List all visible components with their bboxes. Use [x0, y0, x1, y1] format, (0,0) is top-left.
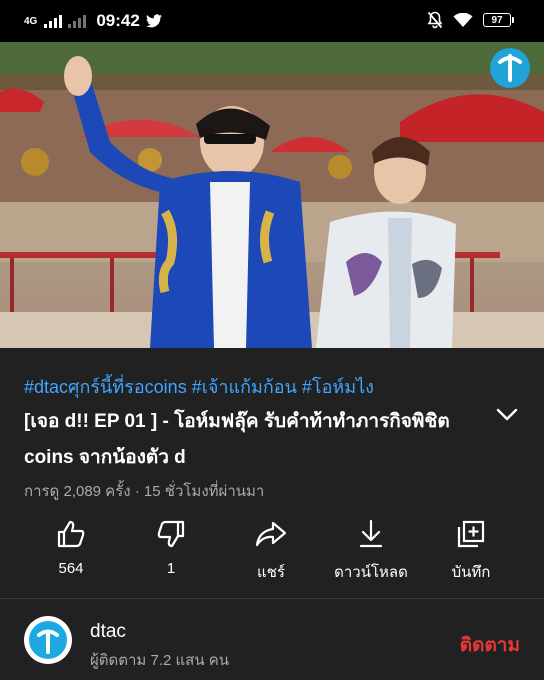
share-button[interactable]: แชร์ — [221, 514, 321, 584]
video-view-count: การดู 2,089 ครั้ง · 15 ชั่วโมงที่ผ่านมา — [24, 483, 265, 500]
network-type: 4G — [24, 15, 38, 27]
like-button[interactable]: 564 — [21, 514, 121, 577]
video-hashtags[interactable]: #dtacศุกร์นี้ที่รอcoins #เจ้าแก้มก้อน #โ… — [24, 372, 374, 401]
divider — [0, 598, 544, 599]
like-count: 564 — [58, 560, 84, 577]
chevron-down-icon — [496, 408, 518, 421]
battery-icon: 97 — [483, 13, 514, 27]
thumbs-up-icon — [57, 520, 85, 548]
channel-subscriber-count: ผู้ติดตาม 7.2 แสน คน — [90, 652, 230, 669]
mute-bell-icon — [427, 11, 443, 29]
download-icon — [359, 519, 383, 548]
save-label: บันทึก — [451, 564, 491, 581]
download-label: ดาวน์โหลด — [334, 564, 408, 581]
add-to-playlist-icon — [457, 520, 485, 548]
dtac-logo-icon — [29, 621, 67, 659]
twitter-icon — [145, 14, 162, 28]
download-button[interactable]: ดาวน์โหลด — [321, 514, 421, 584]
wifi-icon — [453, 12, 473, 27]
share-icon — [255, 521, 287, 547]
video-player[interactable] — [0, 42, 544, 348]
share-label: แชร์ — [257, 564, 285, 581]
action-bar: 564 1 แชร์ ดาวน์โหลด บันทึก — [0, 514, 544, 594]
dislike-button[interactable]: 1 — [121, 514, 221, 577]
channel-avatar[interactable] — [24, 616, 72, 664]
expand-description-button[interactable] — [496, 408, 518, 427]
clock-time: 09:42 — [96, 11, 140, 30]
channel-name[interactable]: dtac — [90, 621, 126, 643]
thumbs-down-icon — [157, 520, 185, 548]
subscribe-button[interactable]: ติดตาม — [460, 630, 520, 660]
dislike-count: 1 — [166, 560, 176, 577]
status-bar: 4G 09:42 97 — [0, 0, 544, 42]
video-frame — [0, 42, 544, 348]
video-title: [เจอ d!! EP 01 ] - โอห์มฟลุ๊ค รับคำท้าทำ… — [24, 411, 450, 468]
save-button[interactable]: บันทึก — [421, 514, 521, 584]
battery-level: 97 — [483, 13, 511, 27]
signal-icon — [44, 14, 63, 28]
signal-icon-secondary — [68, 14, 87, 28]
